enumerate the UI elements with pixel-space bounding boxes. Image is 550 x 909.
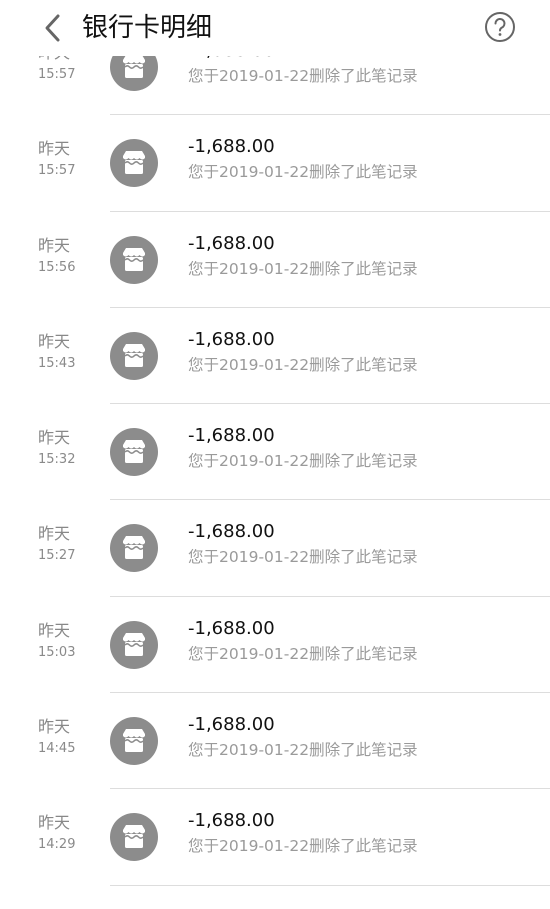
list-item[interactable]: 昨天 14:29 -1,688.00 您于2019-01-22删除了此笔记录 <box>38 789 550 886</box>
shop-icon <box>110 813 158 862</box>
record-day: 昨天 <box>38 428 71 448</box>
record-note: 您于2019-01-22删除了此笔记录 <box>188 644 418 663</box>
record-day: 昨天 <box>38 235 71 255</box>
record-time: 15:32 <box>38 452 76 468</box>
list-item[interactable]: 昨天 15:32 -1,688.00 您于2019-01-22删除了此笔记录 <box>38 404 550 501</box>
record-time: 14:29 <box>38 837 76 853</box>
record-note: 您于2019-01-22删除了此笔记录 <box>188 355 418 374</box>
list-item[interactable]: 昨天 15:27 -1,688.00 您于2019-01-22删除了此笔记录 <box>38 500 550 597</box>
record-time: 15:43 <box>38 355 76 371</box>
record-note: 您于2019-01-22删除了此笔记录 <box>188 452 418 471</box>
list-item[interactable]: 昨天 14:45 -1,688.00 您于2019-01-22删除了此笔记录 <box>38 693 550 790</box>
question-circle-icon <box>485 12 515 42</box>
record-day: 昨天 <box>38 813 71 833</box>
shop-icon <box>110 139 158 188</box>
shop-icon <box>110 717 158 766</box>
record-amount: -1,688.00 <box>188 425 275 447</box>
record-note: 您于2019-01-22删除了此笔记录 <box>188 837 418 856</box>
record-note: 您于2019-01-22删除了此笔记录 <box>188 259 418 278</box>
shop-icon <box>110 620 158 669</box>
shop-icon <box>110 331 158 380</box>
list-item[interactable]: 昨天 15:56 -1,688.00 您于2019-01-22删除了此笔记录 <box>38 212 550 308</box>
record-amount: -1,688.00 <box>188 328 275 350</box>
list-item[interactable]: 昨天 15:03 -1,688.00 您于2019-01-22删除了此笔记录 <box>38 597 550 694</box>
record-note: 您于2019-01-22删除了此笔记录 <box>188 163 418 182</box>
record-day: 昨天 <box>38 139 71 159</box>
record-time: 15:03 <box>38 644 76 660</box>
record-day: 昨天 <box>38 620 71 640</box>
shop-icon <box>110 235 158 284</box>
list-item[interactable]: 昨天 15:57 -1,688.00 您于2019-01-22删除了此笔记录 <box>38 115 550 212</box>
record-time: 15:56 <box>38 259 76 275</box>
record-amount: -1,688.00 <box>188 810 275 832</box>
page-title: 银行卡明细 <box>82 13 213 43</box>
record-time: 15:57 <box>38 67 76 82</box>
record-day: 昨天 <box>38 524 71 544</box>
record-amount: -1,688.00 <box>188 714 275 736</box>
record-time: 15:27 <box>38 548 76 564</box>
shop-icon <box>110 524 158 573</box>
record-note: 您于2019-01-22删除了此笔记录 <box>188 741 418 760</box>
back-button[interactable] <box>36 10 68 46</box>
record-amount: -1,688.00 <box>188 617 275 639</box>
record-amount: -1,688.00 <box>188 521 275 543</box>
record-note: 您于2019-01-22删除了此笔记录 <box>188 548 418 567</box>
list-item[interactable]: 昨天 15:43 -1,688.00 您于2019-01-22删除了此笔记录 <box>38 308 550 405</box>
top-bar: 银行卡明细 <box>0 0 550 56</box>
record-day: 昨天 <box>38 717 71 737</box>
record-time: 14:45 <box>38 741 76 757</box>
chevron-left-icon <box>45 14 60 42</box>
record-day: 昨天 <box>38 331 71 351</box>
help-button[interactable] <box>484 11 516 43</box>
record-time: 15:57 <box>38 163 76 179</box>
record-list[interactable]: 昨天 15:57 -1,688.00 您于2019-01-22删除了此笔记录 昨… <box>0 35 550 909</box>
record-amount: -1,688.00 <box>188 232 275 254</box>
shop-icon <box>110 428 158 477</box>
record-note: 您于2019-01-22删除了此笔记录 <box>188 67 418 85</box>
record-amount: -1,688.00 <box>188 136 275 158</box>
